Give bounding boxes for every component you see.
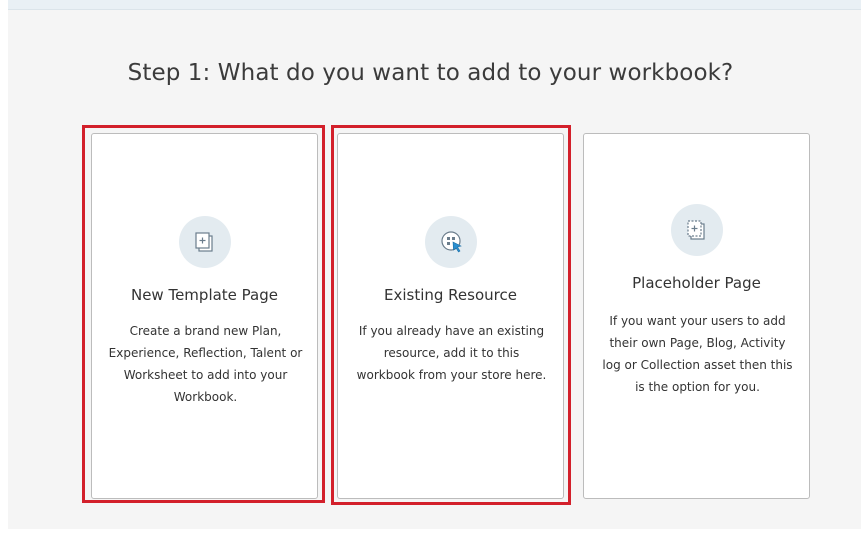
existing-resource-icon <box>425 216 477 268</box>
top-bar <box>8 0 861 10</box>
existing-resource-card[interactable]: Existing Resource If you already have an… <box>337 133 564 499</box>
new-template-page-card[interactable]: New Template Page Create a brand new Pla… <box>91 133 318 499</box>
card-description: If you already have an existing resource… <box>356 324 547 382</box>
page-title: Step 1: What do you want to add to your … <box>127 60 734 86</box>
placeholder-page-icon <box>671 204 723 256</box>
card-description: If you want your users to add their own … <box>602 314 793 394</box>
new-page-icon <box>179 216 231 268</box>
card-title: Existing Resource <box>384 286 517 304</box>
placeholder-page-card[interactable]: Placeholder Page If you want your users … <box>583 133 810 499</box>
card-description: Create a brand new Plan, Experience, Ref… <box>108 324 303 404</box>
card-title: New Template Page <box>130 286 278 304</box>
card-title: Placeholder Page <box>632 274 761 292</box>
